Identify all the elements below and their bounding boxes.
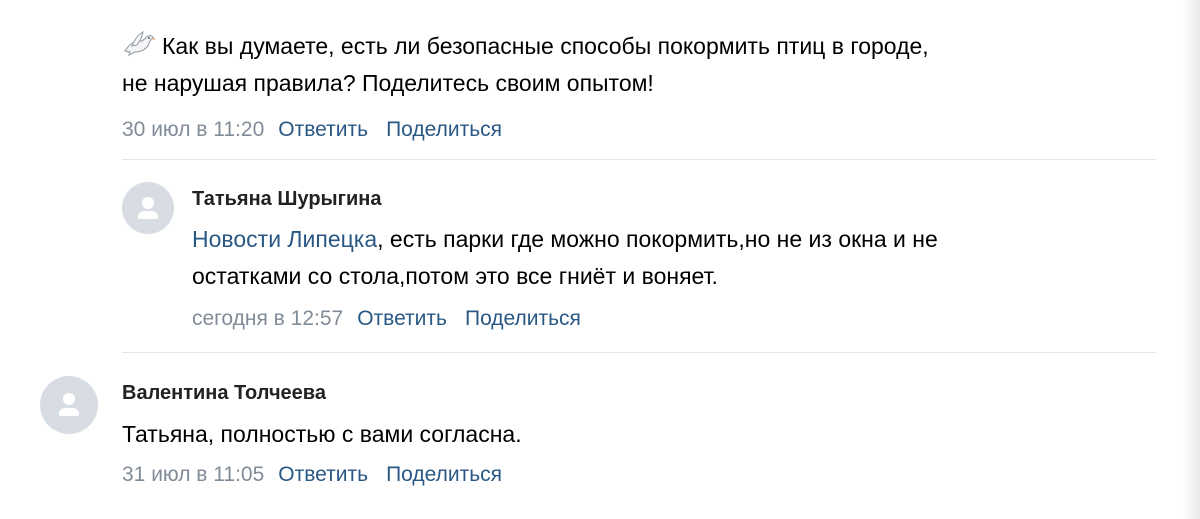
post-date[interactable]: 30 июл в 11:20 <box>122 118 264 141</box>
comment-meta-valentina: 31 июл в 11:05 Ответить Поделиться <box>122 462 520 488</box>
comment-meta-tatiana: сегодня в 12:57 Ответить Поделиться <box>192 306 599 332</box>
post-reply-button[interactable]: Ответить <box>278 118 368 141</box>
comment-text-line-1: Новости Липецка, есть парки где можно по… <box>192 221 1172 258</box>
comment-reply-button[interactable]: Ответить <box>278 463 368 486</box>
post-meta: 30 июл в 11:20 Ответить Поделиться <box>122 117 520 143</box>
post-text-line-1-content: Как вы думаете, есть ли безопасные спосо… <box>162 33 929 59</box>
default-avatar-icon[interactable] <box>122 182 174 234</box>
default-avatar-icon[interactable] <box>40 376 98 434</box>
comment-share-button[interactable]: Поделиться <box>386 463 502 486</box>
comment-date[interactable]: сегодня в 12:57 <box>192 307 343 330</box>
page-edge-shadow <box>1182 0 1200 519</box>
divider-1 <box>122 159 1156 160</box>
comment-text-line-1-rest: , есть парки где можно покормить,но не и… <box>377 226 938 252</box>
comment-text-valentina: Татьяна, полностью с вами согласна. <box>122 421 522 447</box>
post-text: Как вы думаете, есть ли безопасные спосо… <box>122 28 1182 102</box>
dove-icon <box>124 31 156 57</box>
comment-reply-button[interactable]: Ответить <box>357 307 447 330</box>
comment-date[interactable]: 31 июл в 11:05 <box>122 463 264 486</box>
comment-text-tatiana: Новости Липецка, есть парки где можно по… <box>192 221 1172 295</box>
post-share-button[interactable]: Поделиться <box>386 118 502 141</box>
comment-author-tatiana[interactable]: Татьяна Шурыгина <box>192 186 381 212</box>
comment-author-valentina[interactable]: Валентина Толчеева <box>122 380 326 406</box>
comment-text-line-2: остатками со стола,потом это все гниёт и… <box>192 263 718 289</box>
comment-share-button[interactable]: Поделиться <box>465 307 581 330</box>
post-text-line-1: Как вы думаете, есть ли безопасные спосо… <box>122 28 1182 65</box>
mention-link[interactable]: Новости Липецка <box>192 226 377 252</box>
divider-2 <box>122 352 1156 353</box>
post-text-line-2: не нарушая правила? Поделитесь своим опы… <box>122 70 654 96</box>
